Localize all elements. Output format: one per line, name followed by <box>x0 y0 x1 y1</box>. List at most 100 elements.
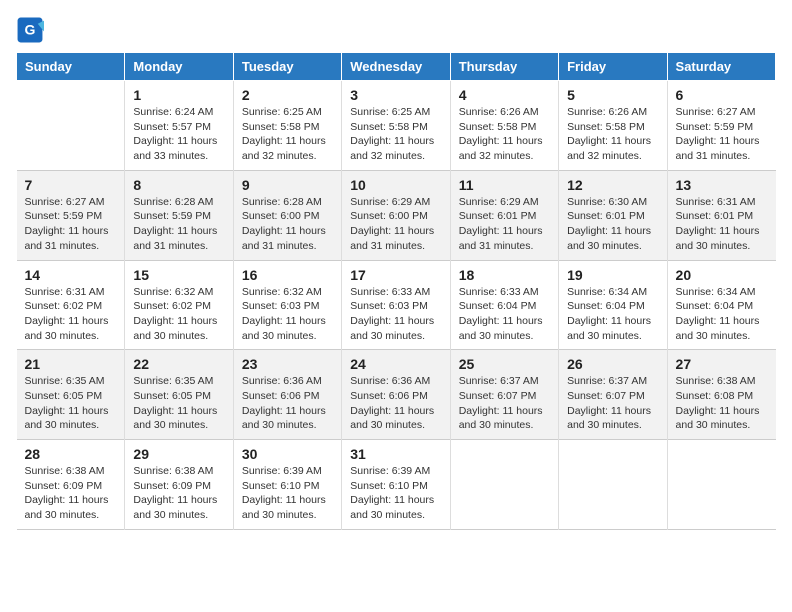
calendar-day-cell: 9 Sunrise: 6:28 AM Sunset: 6:00 PM Daylig… <box>233 170 341 260</box>
calendar-day-cell: 18 Sunrise: 6:33 AM Sunset: 6:04 PM Dayli… <box>450 260 558 350</box>
calendar-day-cell <box>17 81 125 171</box>
calendar-day-cell: 27Sunrise: 6:38 AM Sunset: 6:08 PM Dayli… <box>667 350 775 440</box>
day-number: 7 <box>25 177 117 193</box>
day-info: Sunrise: 6:38 AM Sunset: 6:09 PM Dayligh… <box>133 464 224 523</box>
day-number: 26 <box>567 356 658 372</box>
calendar-day-cell <box>450 440 558 530</box>
calendar-week-row: 14 Sunrise: 6:31 AM Sunset: 6:02 PM Dayli… <box>17 260 776 350</box>
day-info: Sunrise: 6:28 AM Sunset: 5:59 PM Dayligh… <box>133 195 224 254</box>
calendar-day-cell: 13 Sunrise: 6:31 AM Sunset: 6:01 PM Dayli… <box>667 170 775 260</box>
day-header-sunday: Sunday <box>17 53 125 81</box>
day-number: 28 <box>25 446 117 462</box>
calendar-day-cell <box>559 440 667 530</box>
day-info: Sunrise: 6:25 AM Sunset: 5:58 PM Dayligh… <box>350 105 441 164</box>
calendar-header-row: SundayMondayTuesdayWednesdayThursdayFrid… <box>17 53 776 81</box>
day-number: 17 <box>350 267 441 283</box>
day-info: Sunrise: 6:31 AM Sunset: 6:02 PM Dayligh… <box>25 285 117 344</box>
day-number: 24 <box>350 356 441 372</box>
calendar-day-cell: 22 Sunrise: 6:35 AM Sunset: 6:05 PM Dayli… <box>125 350 233 440</box>
day-info: Sunrise: 6:27 AM Sunset: 5:59 PM Dayligh… <box>676 105 768 164</box>
day-number: 31 <box>350 446 441 462</box>
day-number: 4 <box>459 87 550 103</box>
day-header-thursday: Thursday <box>450 53 558 81</box>
day-info: Sunrise: 6:38 AM Sunset: 6:08 PM Dayligh… <box>676 374 768 433</box>
calendar-day-cell: 15 Sunrise: 6:32 AM Sunset: 6:02 PM Dayli… <box>125 260 233 350</box>
day-number: 18 <box>459 267 550 283</box>
day-info: Sunrise: 6:30 AM Sunset: 6:01 PM Dayligh… <box>567 195 658 254</box>
day-info: Sunrise: 6:39 AM Sunset: 6:10 PM Dayligh… <box>350 464 441 523</box>
day-number: 13 <box>676 177 768 193</box>
calendar-day-cell: 12 Sunrise: 6:30 AM Sunset: 6:01 PM Dayli… <box>559 170 667 260</box>
day-info: Sunrise: 6:31 AM Sunset: 6:01 PM Dayligh… <box>676 195 768 254</box>
day-info: Sunrise: 6:24 AM Sunset: 5:57 PM Dayligh… <box>133 105 224 164</box>
day-info: Sunrise: 6:25 AM Sunset: 5:58 PM Dayligh… <box>242 105 333 164</box>
day-number: 15 <box>133 267 224 283</box>
day-number: 5 <box>567 87 658 103</box>
day-info: Sunrise: 6:36 AM Sunset: 6:06 PM Dayligh… <box>350 374 441 433</box>
day-number: 19 <box>567 267 658 283</box>
calendar-week-row: 7 Sunrise: 6:27 AM Sunset: 5:59 PM Daylig… <box>17 170 776 260</box>
day-info: Sunrise: 6:26 AM Sunset: 5:58 PM Dayligh… <box>459 105 550 164</box>
day-number: 16 <box>242 267 333 283</box>
day-info: Sunrise: 6:37 AM Sunset: 6:07 PM Dayligh… <box>567 374 658 433</box>
day-info: Sunrise: 6:35 AM Sunset: 6:05 PM Dayligh… <box>25 374 117 433</box>
calendar-day-cell: 30Sunrise: 6:39 AM Sunset: 6:10 PM Dayli… <box>233 440 341 530</box>
calendar-day-cell: 11 Sunrise: 6:29 AM Sunset: 6:01 PM Dayli… <box>450 170 558 260</box>
day-number: 22 <box>133 356 224 372</box>
day-header-wednesday: Wednesday <box>342 53 450 81</box>
calendar-day-cell: 2 Sunrise: 6:25 AM Sunset: 5:58 PM Daylig… <box>233 81 341 171</box>
day-number: 10 <box>350 177 441 193</box>
calendar-day-cell: 25Sunrise: 6:37 AM Sunset: 6:07 PM Dayli… <box>450 350 558 440</box>
page-header: G <box>16 16 776 44</box>
day-header-saturday: Saturday <box>667 53 775 81</box>
day-info: Sunrise: 6:29 AM Sunset: 6:01 PM Dayligh… <box>459 195 550 254</box>
day-info: Sunrise: 6:36 AM Sunset: 6:06 PM Dayligh… <box>242 374 333 433</box>
calendar-day-cell: 26 Sunrise: 6:37 AM Sunset: 6:07 PM Dayli… <box>559 350 667 440</box>
day-number: 2 <box>242 87 333 103</box>
day-number: 20 <box>676 267 768 283</box>
day-info: Sunrise: 6:27 AM Sunset: 5:59 PM Dayligh… <box>25 195 117 254</box>
day-header-tuesday: Tuesday <box>233 53 341 81</box>
day-info: Sunrise: 6:33 AM Sunset: 6:04 PM Dayligh… <box>459 285 550 344</box>
calendar-day-cell: 19 Sunrise: 6:34 AM Sunset: 6:04 PM Dayli… <box>559 260 667 350</box>
day-number: 14 <box>25 267 117 283</box>
day-info: Sunrise: 6:35 AM Sunset: 6:05 PM Dayligh… <box>133 374 224 433</box>
day-number: 1 <box>133 87 224 103</box>
day-number: 6 <box>676 87 768 103</box>
day-number: 11 <box>459 177 550 193</box>
day-number: 3 <box>350 87 441 103</box>
svg-text:G: G <box>25 22 36 38</box>
logo: G <box>16 16 48 44</box>
calendar-day-cell: 8 Sunrise: 6:28 AM Sunset: 5:59 PM Daylig… <box>125 170 233 260</box>
calendar-day-cell: 21Sunrise: 6:35 AM Sunset: 6:05 PM Dayli… <box>17 350 125 440</box>
logo-icon: G <box>16 16 44 44</box>
calendar-day-cell: 4 Sunrise: 6:26 AM Sunset: 5:58 PM Daylig… <box>450 81 558 171</box>
calendar-day-cell: 31 Sunrise: 6:39 AM Sunset: 6:10 PM Dayli… <box>342 440 450 530</box>
day-info: Sunrise: 6:26 AM Sunset: 5:58 PM Dayligh… <box>567 105 658 164</box>
calendar-day-cell: 10 Sunrise: 6:29 AM Sunset: 6:00 PM Dayli… <box>342 170 450 260</box>
calendar-day-cell: 29Sunrise: 6:38 AM Sunset: 6:09 PM Dayli… <box>125 440 233 530</box>
day-info: Sunrise: 6:34 AM Sunset: 6:04 PM Dayligh… <box>567 285 658 344</box>
calendar-day-cell: 17 Sunrise: 6:33 AM Sunset: 6:03 PM Dayli… <box>342 260 450 350</box>
day-number: 9 <box>242 177 333 193</box>
calendar-day-cell: 23 Sunrise: 6:36 AM Sunset: 6:06 PM Dayli… <box>233 350 341 440</box>
calendar-day-cell: 24 Sunrise: 6:36 AM Sunset: 6:06 PM Dayli… <box>342 350 450 440</box>
day-info: Sunrise: 6:32 AM Sunset: 6:02 PM Dayligh… <box>133 285 224 344</box>
calendar-day-cell: 6 Sunrise: 6:27 AM Sunset: 5:59 PM Daylig… <box>667 81 775 171</box>
day-number: 8 <box>133 177 224 193</box>
day-info: Sunrise: 6:34 AM Sunset: 6:04 PM Dayligh… <box>676 285 768 344</box>
day-info: Sunrise: 6:28 AM Sunset: 6:00 PM Dayligh… <box>242 195 333 254</box>
day-number: 23 <box>242 356 333 372</box>
calendar-day-cell: 20 Sunrise: 6:34 AM Sunset: 6:04 PM Dayli… <box>667 260 775 350</box>
calendar-table: SundayMondayTuesdayWednesdayThursdayFrid… <box>16 52 776 530</box>
day-info: Sunrise: 6:29 AM Sunset: 6:00 PM Dayligh… <box>350 195 441 254</box>
calendar-day-cell <box>667 440 775 530</box>
calendar-day-cell: 3 Sunrise: 6:25 AM Sunset: 5:58 PM Daylig… <box>342 81 450 171</box>
calendar-day-cell: 28Sunrise: 6:38 AM Sunset: 6:09 PM Dayli… <box>17 440 125 530</box>
day-number: 12 <box>567 177 658 193</box>
day-header-friday: Friday <box>559 53 667 81</box>
calendar-day-cell: 14 Sunrise: 6:31 AM Sunset: 6:02 PM Dayli… <box>17 260 125 350</box>
day-number: 30 <box>242 446 333 462</box>
day-info: Sunrise: 6:33 AM Sunset: 6:03 PM Dayligh… <box>350 285 441 344</box>
day-number: 25 <box>459 356 550 372</box>
